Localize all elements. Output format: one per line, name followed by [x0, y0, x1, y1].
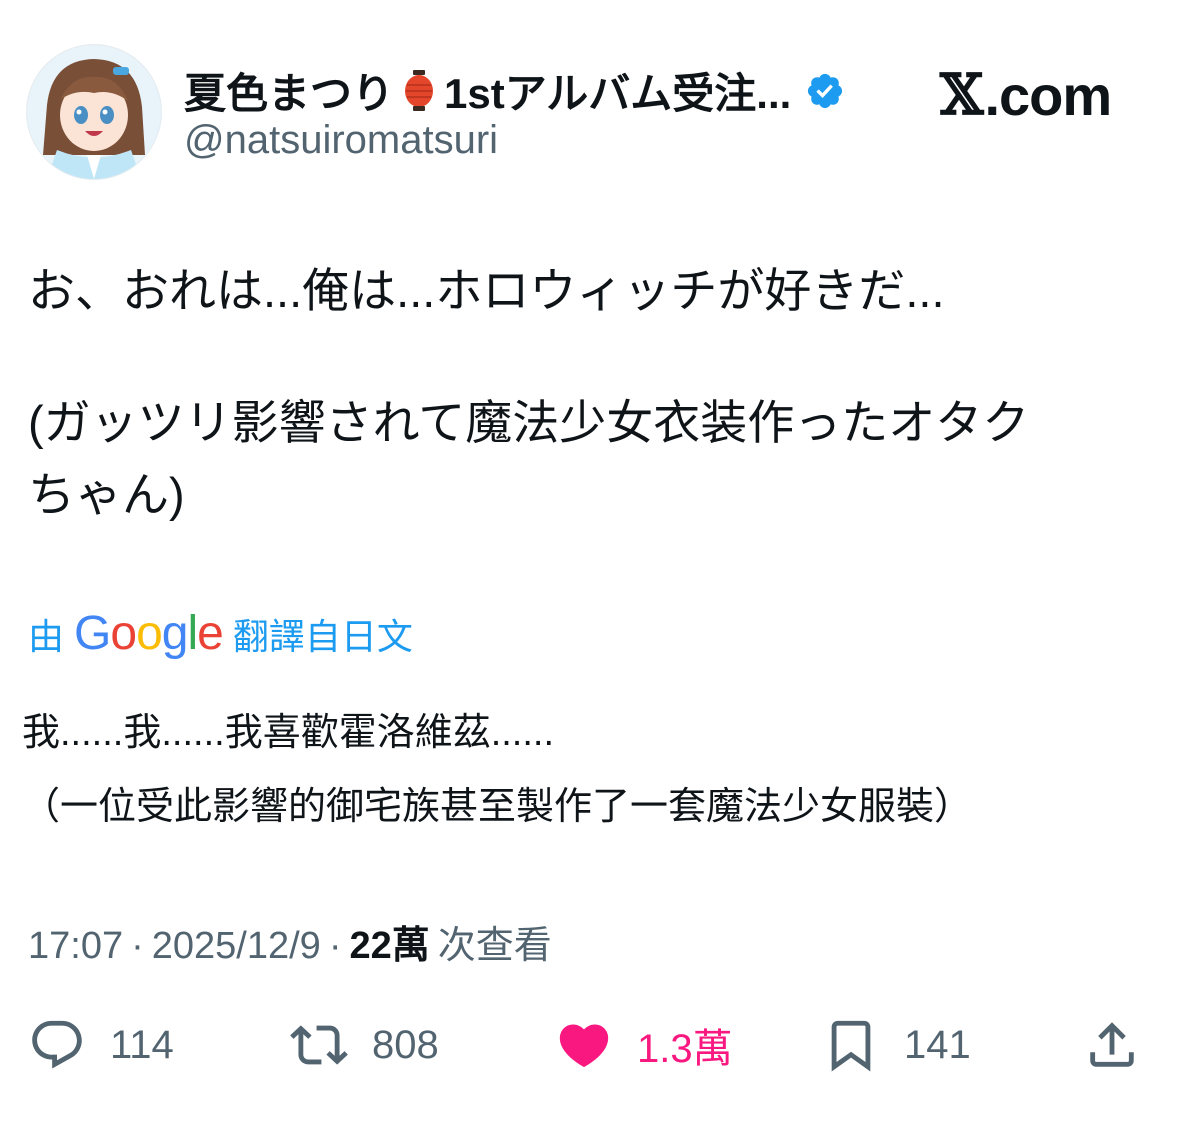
meta-separator: ·: [328, 925, 342, 967]
tweet-date[interactable]: 2025/12/9: [152, 925, 321, 968]
verified-badge-icon: [808, 73, 843, 108]
reply-button[interactable]: 114: [28, 1010, 174, 1080]
bookmark-icon: [831, 1020, 871, 1072]
avatar[interactable]: [26, 44, 162, 180]
meta-separator: ·: [131, 925, 144, 967]
author-handle[interactable]: @natsuiromatsuri: [184, 118, 498, 163]
reply-count: 114: [110, 1022, 174, 1067]
lantern-emoji-icon: [405, 69, 434, 111]
tweet-text-line: お、おれは...俺は...ホロウィッチが好きだ...: [28, 264, 945, 317]
like-count: 1.3萬: [637, 1027, 733, 1071]
tweet-time[interactable]: 17:07: [28, 925, 123, 968]
site-watermark: 𝕏 .com: [940, 62, 1112, 128]
google-logo: Google: [74, 607, 224, 660]
translation-text-line: （一位受此影響的御宅族甚至製作了一套魔法少女服裝）: [22, 786, 973, 828]
translated-by-prefix: 由: [28, 615, 65, 657]
share-button[interactable]: [1083, 1010, 1141, 1080]
site-domain: .com: [984, 63, 1112, 127]
tweet-text-line: ちゃん): [28, 468, 185, 521]
action-bar: 114 808 1.3萬 141: [0, 1010, 1179, 1080]
views-label: 次查看: [437, 925, 552, 967]
translated-by-suffix: 翻譯自日文: [232, 615, 413, 657]
tweet-text-line: (ガッツリ影響されて魔法少女衣装作ったオタク: [28, 396, 1030, 449]
repost-icon: [290, 1025, 348, 1065]
heart-filled-icon: [559, 1024, 609, 1068]
translated-by-label[interactable]: 由 Google 翻譯自日文: [28, 606, 413, 661]
x-logo-icon: 𝕏: [940, 62, 983, 128]
repost-button[interactable]: 808: [290, 1010, 439, 1080]
author-name-suffix[interactable]: 1stアルバム受注...: [444, 60, 791, 121]
author-display-name[interactable]: 夏色まつり: [184, 60, 394, 121]
author-name-row[interactable]: 夏色まつり 1stアルバム受注...: [184, 60, 845, 121]
avatar-illustration: [27, 45, 161, 179]
bookmark-button[interactable]: 141: [822, 1010, 971, 1080]
like-button[interactable]: 1.3萬: [555, 1010, 733, 1080]
translation-text-line: 我......我......我喜歡霍洛維茲......: [22, 712, 555, 754]
repost-count: 808: [372, 1022, 439, 1067]
tweet-meta: 17:07 · 2025/12/9 · 22萬 次查看: [28, 914, 552, 969]
bookmark-count: 141: [904, 1022, 971, 1067]
reply-icon: [32, 1020, 82, 1069]
views-count: 22萬: [349, 925, 430, 967]
share-icon: [1090, 1022, 1134, 1067]
